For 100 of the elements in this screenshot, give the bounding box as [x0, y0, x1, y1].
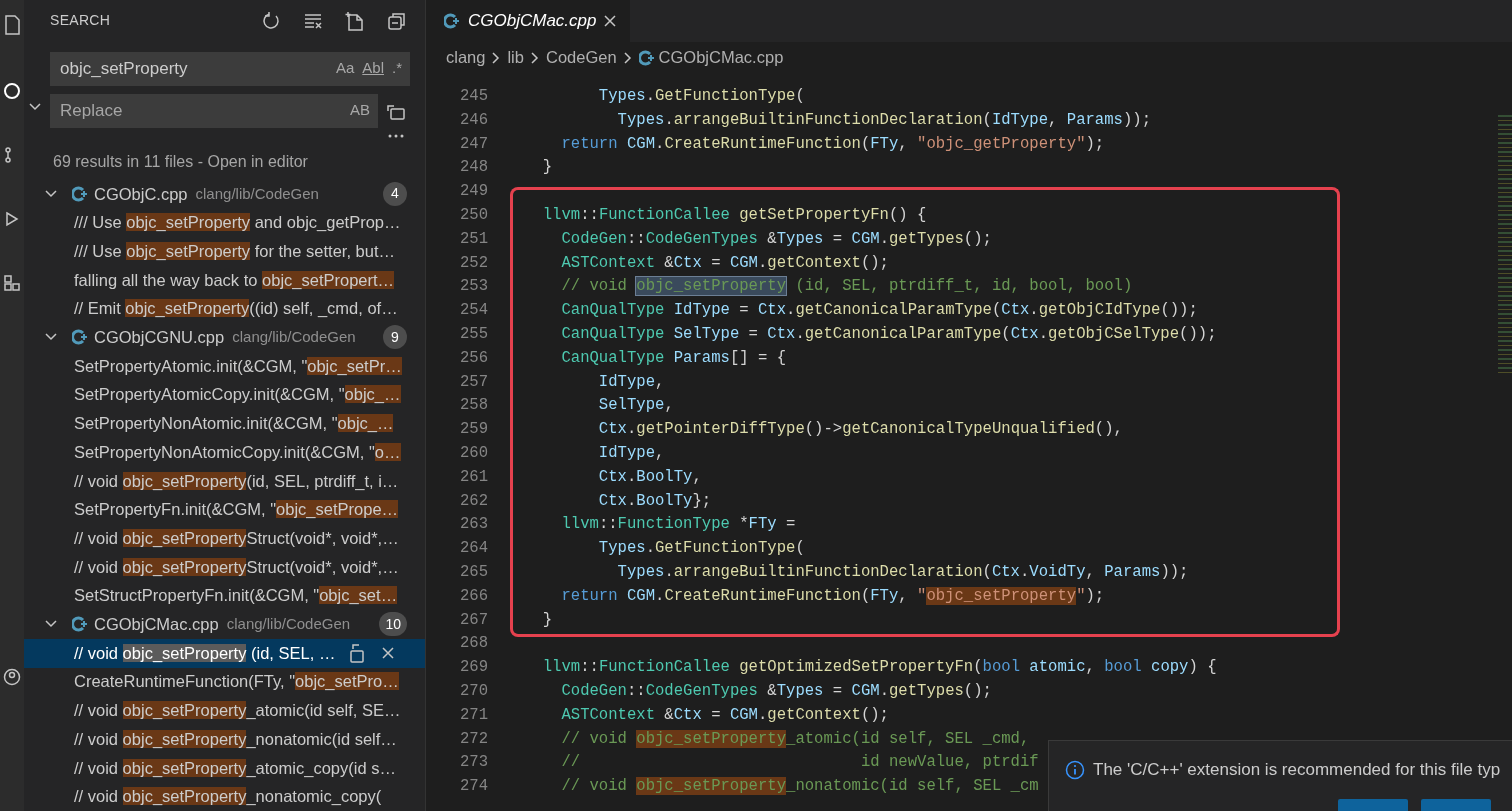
boxed-code-line: Types.GetFunctionType( [510, 537, 1340, 561]
breadcrumb-item[interactable]: CodeGen [545, 45, 617, 70]
search-result-row[interactable]: SetPropertyAtomicCopy.init(&CGM, "objc_… [24, 380, 425, 410]
line-number: 265 [458, 561, 488, 583]
close-icon[interactable] [381, 646, 396, 661]
search-result-row[interactable]: SetStructPropertyFn.init(&CGM, "objc_set… [24, 581, 425, 611]
boxed-code-line: Ctx.getPointerDiffType()->getCanonicalTypeUnqualified(), [510, 418, 1340, 442]
boxed-code-line: CodeGen::CodeGenTypes &Types = CGM.getTypes(); [510, 227, 1340, 252]
result-text: // Emit objc_setProperty((id) self, _cmd, of… [74, 298, 398, 320]
boxed-code-line: Ctx.BoolTy}; [510, 489, 1340, 514]
search-result-row[interactable]: SetPropertyAtomic.init(&CGM, "objc_setPr… [24, 351, 425, 381]
file-result-row[interactable]: CGObjCGNU.cpp clang/lib/CodeGen 9 [24, 323, 425, 352]
boxed-code-line: } [510, 608, 1340, 638]
play-icon[interactable] [3, 210, 21, 228]
file-type-icon [444, 13, 460, 29]
file-result-row[interactable]: CGObjC.cpp clang/lib/CodeGen 4 [24, 179, 425, 209]
line-number: 268 [458, 633, 488, 655]
boxed-code-line: IdType, [510, 370, 1340, 395]
boxed-code-line: // void objc_setProperty (id, SEL, ptrdiff_t, id, bool, bool) [510, 275, 1340, 300]
code-line: // id newValue, ptrdif [560, 752, 1039, 774]
result-count: 4 [383, 181, 407, 206]
line-number: 271 [458, 704, 488, 726]
search-result-row[interactable]: SetPropertyFn.init(&CGM, "objc_setPrope… [24, 495, 425, 524]
boxed-code-line: llvm::FunctionType *FTy = [510, 513, 1340, 538]
search-result-row[interactable]: // void objc_setProperty(id, SEL, ptrdiff_t, i… [24, 466, 425, 496]
result-text: /// Use objc_setProperty and objc_getProp… [74, 212, 401, 234]
search-result-row[interactable]: falling all the way back to objc_setPropert… [24, 265, 425, 295]
file-name: CGObjC.cpp [94, 183, 188, 205]
search-field[interactable]: objc_setProperty Aa Abl .* [50, 51, 410, 86]
line-number: 274 [458, 776, 488, 798]
line-number: 269 [458, 657, 488, 679]
result-text: SetPropertyFn.init(&CGM, "objc_setPrope… [74, 499, 399, 521]
search-result-row[interactable]: // void objc_setPropertyStruct(void*, void*,… [24, 524, 425, 553]
boxed-code-line: CanQualType SelType = Ctx.getCanonicalParamType(Ctx.getObjCSelType()); [510, 322, 1340, 347]
replace-icon[interactable] [349, 643, 366, 664]
line-number: 264 [458, 538, 488, 560]
search-result-row[interactable]: // void objc_setProperty_atomic_copy(id s… [24, 753, 425, 783]
refresh-icon[interactable] [261, 10, 281, 31]
search-option[interactable]: Abl [362, 57, 384, 80]
search-result-row[interactable]: // void objc_setProperty_nonatomic(id self… [24, 724, 425, 754]
search-result-row[interactable]: SetPropertyNonAtomicCopy.init(&CGM, "o… [24, 437, 425, 467]
line-number: 255 [458, 323, 488, 345]
line-number: 250 [458, 205, 488, 226]
file-type-icon [72, 185, 88, 202]
code-line: Types.GetFunctionType( [597, 86, 805, 107]
search-result-row[interactable]: // void objc_setProperty_atomic(id self, SE… [24, 696, 425, 725]
file-name: CGObjCGNU.cpp [94, 327, 225, 349]
line-number: 259 [458, 419, 488, 441]
result-text: SetPropertyAtomicCopy.init(&CGM, "objc_… [74, 384, 401, 406]
search-result-row[interactable]: /// Use objc_setProperty for the setter, but… [24, 236, 425, 266]
line-number: 252 [458, 252, 488, 274]
search-result-row[interactable]: SetPropertyNonAtomic.init(&CGM, "objc_… [24, 409, 425, 438]
search-result-row[interactable]: // void objc_setProperty_nonatomic_copy( [24, 782, 425, 811]
line-number: 245 [458, 86, 488, 107]
preserve-case-option[interactable]: AB [350, 99, 370, 122]
close-icon[interactable] [604, 15, 617, 27]
replace-field[interactable]: Replace AB [50, 93, 378, 128]
search-result-row[interactable]: // void objc_setPropertyStruct(void*, void*,… [24, 552, 425, 582]
blocks-icon[interactable] [3, 274, 21, 292]
code-line: } [541, 157, 553, 179]
breadcrumb-item[interactable]: lib [507, 45, 524, 70]
boxed-code-line: Types.arrangeBuiltinFunctionDeclaration(Ctx.VoidTy, Params)); [510, 560, 1340, 585]
line-number: 266 [458, 585, 488, 607]
search-result-row[interactable]: // void objc_setProperty (id, SEL, … [24, 638, 425, 668]
info-icon [1065, 759, 1085, 780]
breadcrumb-item[interactable]: clang [446, 45, 486, 70]
file-result-row[interactable]: CGObjCMac.cpp clang/lib/CodeGen 10 [24, 610, 425, 639]
search-result-row[interactable]: // Emit objc_setProperty((id) self, _cmd, of… [24, 294, 425, 324]
file-path: clang/lib/CodeGen [195, 183, 319, 204]
search-result-row[interactable]: /// Use objc_setProperty and objc_getProp… [24, 208, 425, 237]
collapse-all-icon[interactable] [387, 10, 407, 31]
boxed-code-line: return CGM.CreateRuntimeFunction(FTy, "objc_setProperty"); [510, 584, 1340, 609]
result-text: CreateRuntimeFunction(FTy, "objc_setPro… [74, 671, 399, 693]
files-icon[interactable] [3, 14, 21, 36]
line-number: 270 [458, 680, 488, 702]
panel-title: SEARCH [50, 11, 111, 31]
line-number: 272 [458, 728, 488, 750]
result-text: // void objc_setProperty_atomic_copy(id s… [74, 757, 396, 779]
result-text: SetPropertyAtomic.init(&CGM, "objc_setPr… [74, 355, 402, 377]
file-type-icon [72, 616, 88, 633]
boxed-code-line: SelType, [510, 394, 1340, 419]
code-line: llvm::FunctionCallee getOptimizedSetPropertyFn(bool atomic, bool copy) { [541, 657, 1217, 679]
search-option[interactable]: .* [392, 57, 402, 80]
line-number: 257 [458, 371, 488, 393]
line-number: 254 [458, 300, 488, 322]
new-file-icon[interactable] [345, 10, 365, 31]
account-icon[interactable] [3, 668, 21, 686]
boxed-code-line: llvm::FunctionCallee getSetPropertyFn() { [510, 187, 1340, 228]
code-line: return CGM.CreateRuntimeFunction(FTy, "objc_getProperty"); [560, 133, 1105, 155]
result-text: // void objc_setProperty(id, SEL, ptrdiff_t, i… [74, 470, 399, 492]
search-icon[interactable] [3, 82, 21, 100]
open-in-editor-link[interactable]: Open in editor [207, 152, 308, 170]
search-result-row[interactable]: CreateRuntimeFunction(FTy, "objc_setPro… [24, 667, 425, 697]
line-number: 267 [458, 609, 488, 631]
editor-tab[interactable]: CGObjCMac.cpp [426, 0, 631, 42]
breadcrumb-item[interactable]: CGObjCMac.cpp [658, 45, 784, 70]
search-option[interactable]: Aa [335, 57, 355, 80]
line-number: 260 [458, 442, 488, 464]
more-icon[interactable] [388, 133, 404, 138]
line-number: 246 [458, 109, 488, 131]
